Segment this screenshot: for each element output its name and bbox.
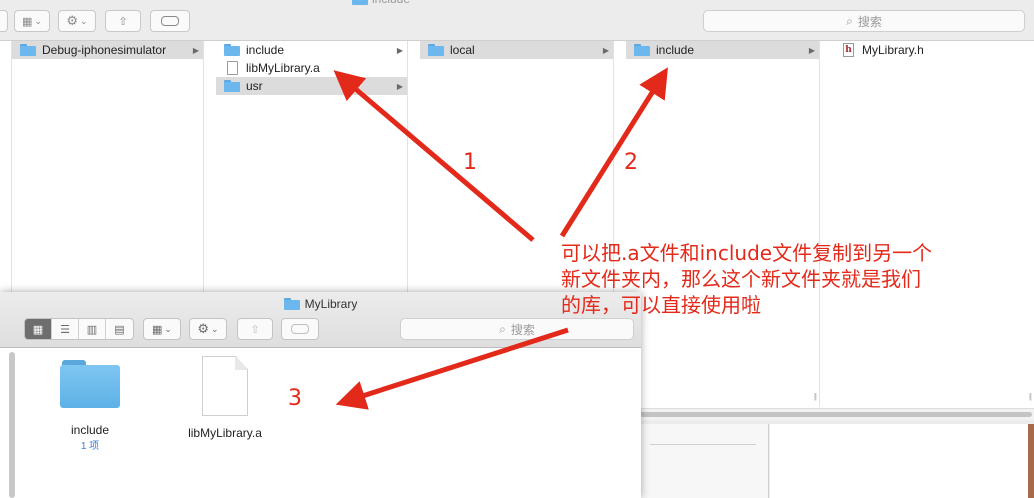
note-line: 可以把.a文件和include文件复制到另一个	[561, 241, 933, 265]
annotation-note: 可以把.a文件和include文件复制到另一个 新文件夹内，那么这个新文件夹就是…	[561, 240, 1011, 318]
note-line: 新文件夹内，那么这个新文件夹就是我们	[561, 267, 921, 291]
arrow-1	[333, 70, 535, 242]
note-line: 的库，可以直接使用啦	[561, 293, 761, 317]
annotation-number-2: 2	[624, 150, 638, 175]
arrow-3	[335, 327, 569, 410]
annotation-number-1: 1	[463, 150, 477, 175]
annotation-number-3: 3	[288, 386, 302, 411]
arrow-2	[559, 67, 668, 238]
